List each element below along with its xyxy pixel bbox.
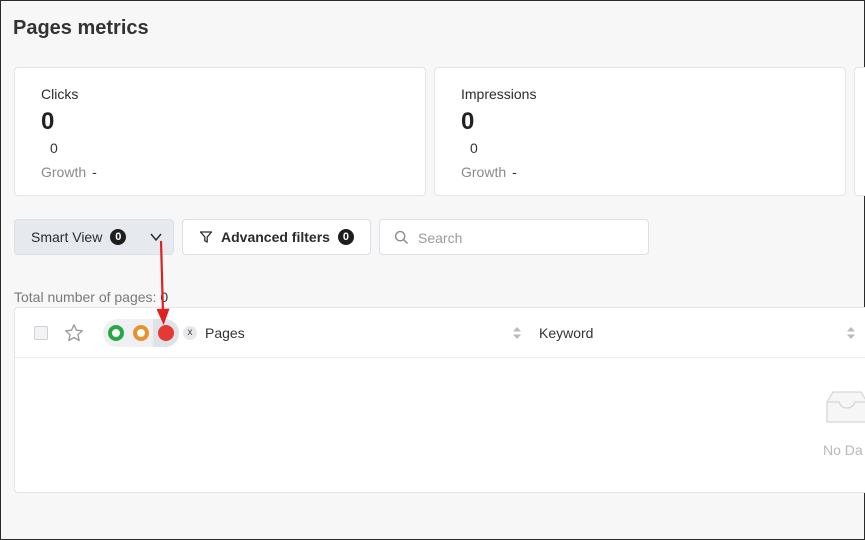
sort-icon[interactable] — [846, 325, 856, 341]
pages-table: x Pages Keyword No Da — [14, 307, 865, 493]
clicks-value: 0 — [41, 108, 55, 135]
clear-status-filter-button[interactable]: x — [183, 326, 197, 340]
search-input[interactable] — [418, 228, 638, 248]
status-green-toggle[interactable] — [108, 325, 124, 341]
advanced-filters-label: Advanced filters — [221, 229, 330, 245]
search-box[interactable] — [379, 219, 649, 255]
clicks-sub-value: 0 — [50, 140, 58, 156]
total-pages-label: Total number of pages: — [14, 289, 157, 305]
sort-icon[interactable] — [512, 325, 522, 341]
empty-state-text: No Da — [823, 442, 863, 458]
clicks-growth-value: - — [92, 164, 97, 180]
status-orange-toggle[interactable] — [133, 325, 149, 341]
clicks-growth-label: Growth — [41, 164, 87, 180]
column-header-pages[interactable]: Pages — [205, 325, 245, 341]
impressions-label: Impressions — [461, 86, 537, 102]
star-icon[interactable] — [64, 323, 84, 343]
impressions-growth-label: Growth — [461, 164, 507, 180]
advanced-filters-count-badge: 0 — [337, 229, 354, 245]
clicks-label: Clicks — [41, 86, 79, 102]
annotation-arrow-icon — [156, 240, 170, 325]
smart-view-dropdown[interactable]: Smart View 0 — [14, 219, 174, 255]
advanced-filters-button[interactable]: Advanced filters 0 — [182, 219, 371, 255]
impressions-growth: Growth - — [461, 164, 517, 180]
impressions-card: Impressions 0 0 Growth - — [434, 67, 846, 196]
impressions-sub-value: 0 — [470, 140, 478, 156]
page-title: Pages metrics — [13, 17, 149, 39]
empty-inbox-icon — [826, 391, 865, 423]
next-metric-card — [854, 67, 865, 196]
total-pages-count: Total number of pages: 0 — [14, 289, 168, 305]
impressions-growth-value: - — [512, 164, 517, 180]
impressions-value: 0 — [461, 108, 475, 135]
table-header: x Pages Keyword — [15, 308, 865, 358]
smart-view-count-badge: 0 — [110, 229, 127, 245]
select-all-checkbox[interactable] — [34, 326, 48, 340]
smart-view-label: Smart View — [31, 229, 103, 245]
search-icon — [394, 230, 408, 244]
filter-icon — [199, 231, 213, 243]
clicks-growth: Growth - — [41, 164, 97, 180]
clicks-card: Clicks 0 0 Growth - — [14, 67, 426, 196]
column-header-keyword[interactable]: Keyword — [539, 325, 593, 341]
